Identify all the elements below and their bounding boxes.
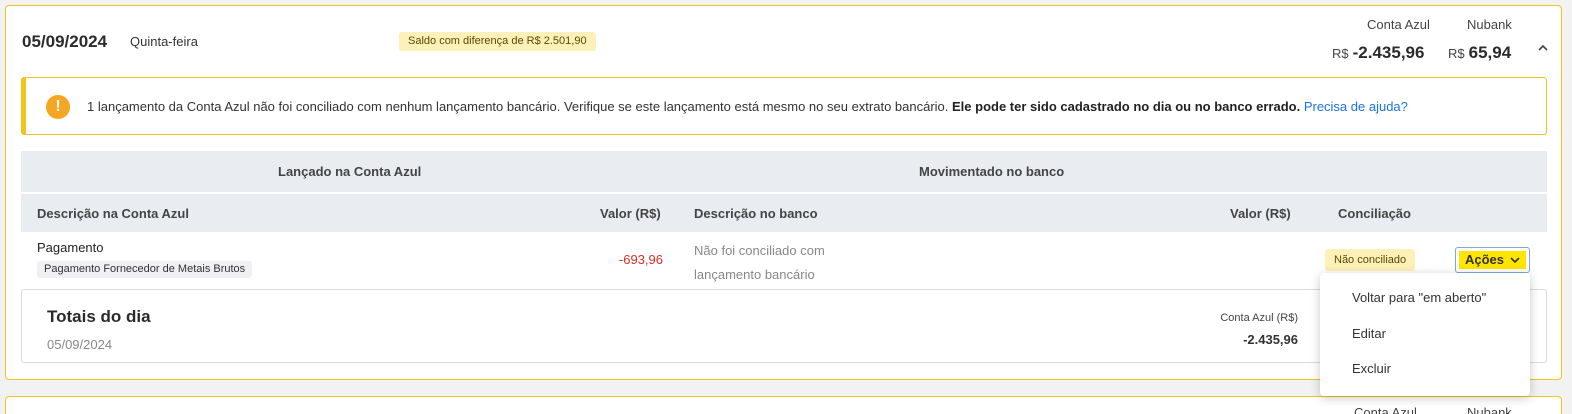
balance-value-conta-azul: R$ -2.435,96 — [1332, 43, 1425, 62]
totals-date: 05/09/2024 — [47, 337, 113, 352]
day-weekday: Quinta-feira — [130, 34, 198, 49]
status-badge: Não conciliado — [1325, 249, 1416, 271]
totals-value: -2.435,96 — [1243, 332, 1298, 347]
totals-title: Totais do dia — [47, 307, 151, 326]
unreconciled-alert: ! 1 lançamento da Conta Azul não foi con… — [21, 77, 1547, 135]
exclamation-circle-icon: ! — [46, 95, 70, 119]
table-row: Pagamento Pagamento Fornecedor de Metais… — [21, 232, 1547, 290]
actions-menu: Voltar para "em aberto" Editar Excluir — [1320, 273, 1530, 396]
row-amount: -693,96 — [618, 252, 663, 267]
group-header-conta-azul: Lançado na Conta Azul — [278, 164, 422, 179]
menu-item-edit[interactable]: Editar — [1352, 326, 1386, 341]
chevron-up-icon[interactable] — [1537, 42, 1549, 54]
col-value-bank: Valor (R$) — [1230, 206, 1291, 221]
col-desc-bank: Descrição no banco — [694, 206, 818, 221]
day-totals: Totais do dia 05/09/2024 Conta Azul (R$)… — [21, 289, 1547, 363]
balance-difference-badge: Saldo com diferença de R$ 2.501,90 — [399, 32, 596, 51]
table-group-header: Lançado na Conta Azul Movimentado no ban… — [21, 151, 1547, 192]
reconciliation-table: Lançado na Conta Azul Movimentado no ban… — [21, 151, 1547, 290]
menu-item-reopen[interactable]: Voltar para "em aberto" — [1352, 290, 1486, 305]
balance-label-conta-azul: Conta Azul — [1367, 17, 1430, 32]
row-category-tag: Pagamento Fornecedor de Metais Brutos — [37, 261, 253, 278]
menu-item-delete[interactable]: Excluir — [1352, 361, 1391, 376]
col-desc-conta-azul: Descrição na Conta Azul — [37, 206, 189, 221]
actions-label: Ações — [1465, 252, 1505, 267]
alert-message: 1 lançamento da Conta Azul não foi conci… — [87, 99, 1408, 114]
actions-button[interactable]: Ações — [1455, 247, 1530, 273]
chevron-down-icon — [1510, 257, 1520, 264]
next-balance-label-conta-azul: Conta Azul — [1354, 405, 1417, 414]
group-header-bank: Movimentado no banco — [919, 164, 1065, 179]
balance-value-nubank: R$ 65,94 — [1448, 43, 1512, 62]
col-reconciliation: Conciliação — [1338, 206, 1411, 221]
col-value-conta-azul: Valor (R$) — [600, 206, 661, 221]
table-column-header: Descrição na Conta Azul Valor (R$) Descr… — [21, 194, 1547, 232]
row-description: Pagamento — [37, 240, 104, 255]
row-bank-description: Não foi conciliado com lançamento bancár… — [694, 243, 825, 282]
next-balance-label-nubank: Nubank — [1467, 405, 1512, 414]
balance-label-nubank: Nubank — [1467, 17, 1512, 32]
help-link[interactable]: Precisa de ajuda? — [1304, 99, 1408, 114]
day-date: 05/09/2024 — [22, 32, 108, 51]
totals-label: Conta Azul (R$) — [1220, 312, 1298, 324]
actions-button-inner: Ações — [1459, 251, 1526, 269]
next-day-card: Conta Azul Nubank — [5, 396, 1562, 414]
